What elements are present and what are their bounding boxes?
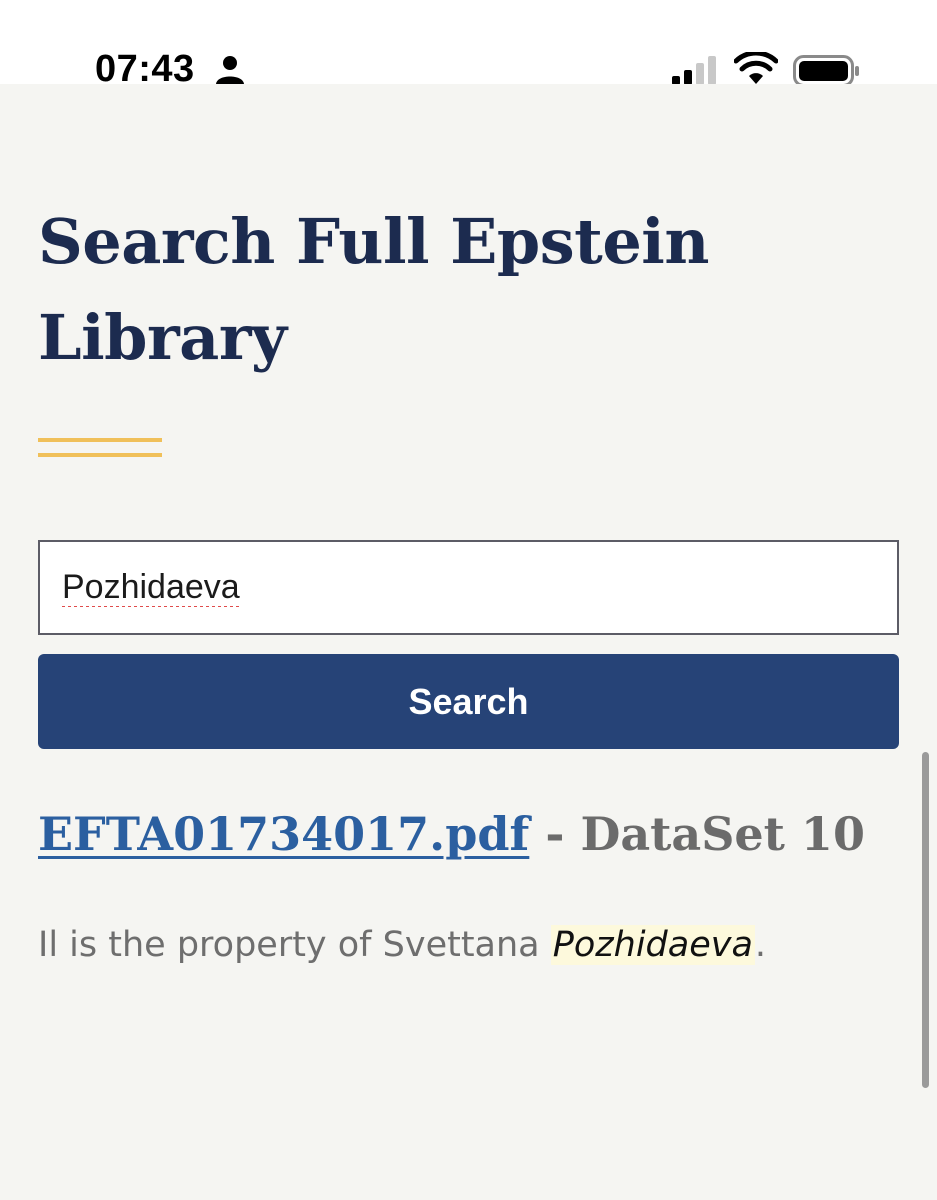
- battery-icon: [793, 55, 859, 87]
- result-snippet: Il is the property of Svettana Pozhidaev…: [38, 920, 908, 970]
- result-file-link[interactable]: EFTA01734017.pdf: [38, 807, 529, 861]
- signal-icon: [672, 56, 716, 85]
- search-input[interactable]: [38, 540, 899, 635]
- result-title: EFTA01734017.pdf - DataSet 10: [38, 802, 908, 866]
- title-accent-rule: [38, 438, 162, 458]
- wifi-icon: [734, 52, 778, 84]
- scrollbar[interactable]: [922, 752, 929, 1088]
- snippet-highlight: Pozhidaeva: [550, 925, 755, 965]
- search-page: Search Full Epstein Library Search EFTA0…: [0, 84, 937, 1200]
- status-bar: 07:43: [0, 0, 937, 90]
- result-dataset: DataSet 10: [580, 807, 865, 861]
- snippet-text-before: Il is the property of Svettana: [38, 925, 551, 965]
- result-separator: -: [529, 807, 581, 861]
- phone-screen: 07:43 Search Full Epstein Library Pozhid…: [0, 0, 937, 1200]
- snippet-text-after: .: [754, 925, 767, 965]
- person-icon: [216, 56, 244, 84]
- search-button[interactable]: Search: [38, 654, 899, 749]
- page-title: Search Full Epstein Library: [38, 205, 709, 374]
